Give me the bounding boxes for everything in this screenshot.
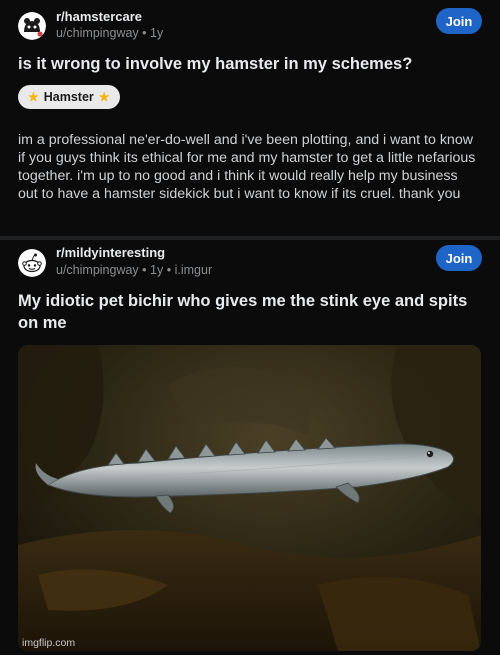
post-card[interactable]: r/hamstercare u/chimpingway • 1y Join is… (0, 0, 500, 236)
join-button[interactable]: Join (436, 8, 482, 34)
watermark: imgflip.com (22, 637, 76, 649)
post-age: 1y (150, 26, 164, 40)
subreddit-name[interactable]: r/mildyinteresting (56, 245, 165, 260)
subreddit-name[interactable]: r/hamstercare (56, 9, 142, 24)
post-image[interactable]: imgflip.com (18, 345, 481, 651)
post-title[interactable]: My idiotic pet bichir who gives me the s… (18, 290, 478, 334)
post-source[interactable]: i.imgur (175, 263, 213, 277)
meta-separator: • (142, 263, 147, 277)
post-title[interactable]: is it wrong to involve my hamster in my … (18, 53, 478, 75)
post-card[interactable]: r/mildyinteresting u/chimpingway • 1y • … (0, 240, 500, 655)
meta-separator: • (166, 263, 172, 277)
post-meta: u/chimpingway • 1y (56, 26, 163, 40)
author-name[interactable]: u/chimpingway (56, 263, 139, 277)
post-flair[interactable]: ★ Hamster ★ (18, 85, 120, 109)
subreddit-avatar[interactable] (18, 12, 46, 40)
author-name[interactable]: u/chimpingway (56, 26, 139, 40)
star-icon: ★ (98, 90, 110, 104)
bichir-fish-image (18, 345, 481, 651)
hamster-avatar-icon (18, 12, 46, 40)
post-age: 1y (150, 263, 164, 277)
post-body: im a professional ne'er-do-well and i've… (18, 132, 476, 202)
star-icon: ★ (28, 90, 39, 104)
flair-label: Hamster (43, 90, 94, 104)
post-meta: u/chimpingway • 1y • i.imgur (56, 263, 212, 277)
subreddit-avatar[interactable] (18, 249, 46, 277)
join-button[interactable]: Join (436, 245, 482, 271)
snoo-avatar-icon (18, 249, 46, 277)
meta-separator: • (142, 26, 147, 40)
